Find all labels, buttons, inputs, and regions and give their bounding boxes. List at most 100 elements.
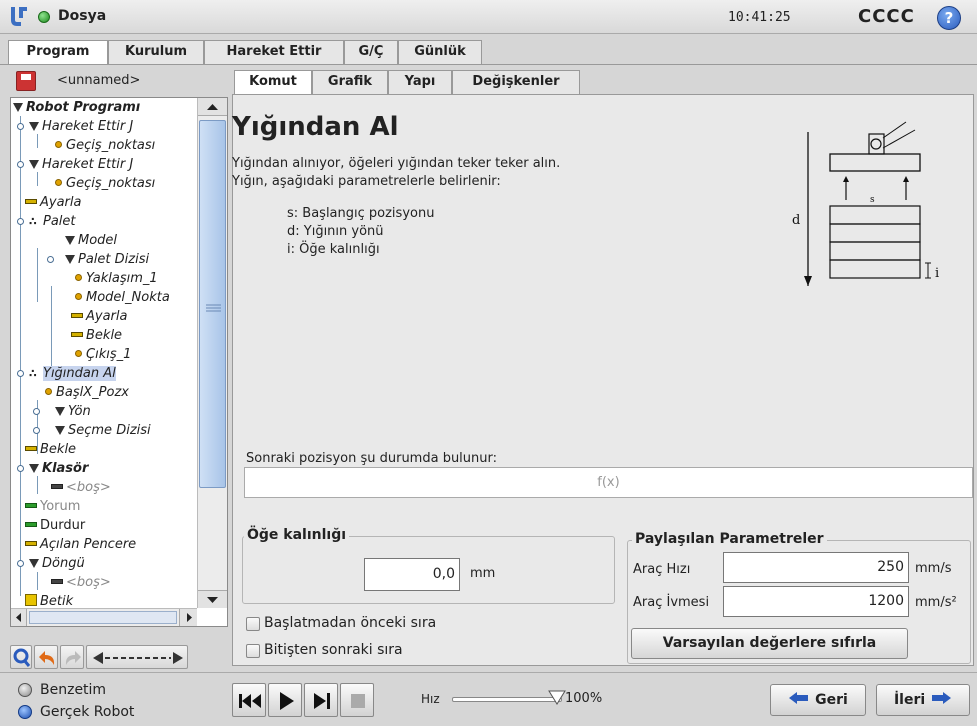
set-icon xyxy=(25,199,37,204)
tool-speed-label: Araç Hızı xyxy=(633,562,691,577)
triangle-icon xyxy=(55,407,65,416)
redo-icon[interactable] xyxy=(60,645,84,669)
scroll-up-icon[interactable] xyxy=(198,98,227,116)
speed-slider[interactable] xyxy=(452,697,562,702)
tree-node[interactable]: Yön xyxy=(55,402,91,421)
tab-command[interactable]: Komut xyxy=(234,70,312,95)
help-icon[interactable]: ? xyxy=(937,6,961,30)
program-tree: Robot Programı Hareket Ettir J Geçiş_nok… xyxy=(11,98,197,626)
speed-slider-knob[interactable] xyxy=(548,690,566,706)
triangle-icon xyxy=(55,426,65,435)
tree-node[interactable]: Hareket Ettir J xyxy=(29,117,133,136)
search-icon[interactable] xyxy=(10,645,32,669)
tree-node[interactable]: Bekle xyxy=(71,326,122,345)
tab-divider xyxy=(0,64,977,65)
before-start-label: Başlatmadan önceki sıra xyxy=(264,615,437,631)
tool-acceleration-input[interactable]: 1200 xyxy=(723,586,909,617)
rewind-button[interactable] xyxy=(232,683,266,717)
wait-icon xyxy=(25,446,37,451)
title-bar xyxy=(0,0,977,34)
save-icon[interactable] xyxy=(16,71,36,91)
tree-node[interactable]: Model_Nokta xyxy=(75,288,170,307)
next-position-expression[interactable]: f(x) xyxy=(244,467,973,498)
tree-node[interactable]: Seçme Dizisi xyxy=(55,421,151,440)
tree-node[interactable]: Açılan Pencere xyxy=(25,535,136,554)
scroll-left-icon[interactable] xyxy=(11,609,27,626)
scroll-right-icon[interactable] xyxy=(179,609,197,626)
tab-log[interactable]: Günlük xyxy=(398,40,482,64)
tool-speed-input[interactable]: 250 xyxy=(723,552,909,583)
tree-node[interactable]: Durdur xyxy=(25,516,85,535)
description-line: Yığın, aşağıdaki parametrelerle belirlen… xyxy=(232,174,501,189)
tab-installation[interactable]: Kurulum xyxy=(108,40,204,64)
speed-value: 100% xyxy=(565,691,603,706)
tool-acceleration-unit: mm/s² xyxy=(915,595,957,610)
tree-node[interactable]: Ayarla xyxy=(71,307,127,326)
tab-structure[interactable]: Yapı xyxy=(388,70,452,94)
tree-node[interactable]: Bekle xyxy=(25,440,76,459)
back-button[interactable]: Geri xyxy=(770,684,866,716)
tab-move[interactable]: Hareket Ettir xyxy=(204,40,344,64)
program-status-icon xyxy=(38,11,50,23)
tree-node[interactable]: Yorum xyxy=(25,497,80,516)
tree-node[interactable]: Geçiş_noktası xyxy=(55,174,155,193)
triangle-icon xyxy=(29,559,39,568)
tab-graphics[interactable]: Grafik xyxy=(312,70,388,94)
clock: 10:41:25 xyxy=(728,10,791,25)
tab-io[interactable]: G/Ç xyxy=(344,40,398,64)
tree-node[interactable]: <boş> xyxy=(51,478,111,497)
triangle-icon xyxy=(29,464,39,473)
real-robot-label: Gerçek Robot xyxy=(40,704,135,720)
robot-name: CCCC xyxy=(858,6,915,27)
before-start-checkbox[interactable] xyxy=(246,617,260,631)
stack-diagram: d s i xyxy=(792,121,939,286)
triangle-icon xyxy=(29,160,39,169)
pallet-icon: ∴ xyxy=(29,215,37,228)
real-robot-radio[interactable] xyxy=(18,705,32,719)
pallet-icon: ∴ xyxy=(29,367,37,380)
empty-icon xyxy=(51,484,63,489)
tree-node[interactable]: ∴ Palet xyxy=(29,212,76,231)
scroll-thumb[interactable] xyxy=(29,611,177,624)
arrow-right-icon xyxy=(932,692,952,704)
program-tree-panel: Robot Programı Hareket Ettir J Geçiş_nok… xyxy=(10,97,228,627)
tree-vertical-scrollbar[interactable] xyxy=(197,98,227,608)
description-line: Yığından alınıyor, öğeleri yığından teke… xyxy=(232,156,561,171)
next-button[interactable]: İleri xyxy=(876,684,970,716)
scroll-down-icon[interactable] xyxy=(198,590,227,608)
tab-program[interactable]: Program xyxy=(8,40,108,65)
stop-button[interactable] xyxy=(340,683,374,717)
waypoint-icon xyxy=(45,388,52,395)
after-end-checkbox[interactable] xyxy=(246,644,260,658)
tree-node[interactable]: Çıkış_1 xyxy=(75,345,131,364)
tree-node[interactable]: Robot Programı xyxy=(13,98,140,117)
scroll-thumb[interactable] xyxy=(199,120,226,488)
tree-node[interactable]: <boş> xyxy=(51,573,111,592)
tree-node[interactable]: Hareket Ettir J xyxy=(29,155,133,174)
thickness-input[interactable]: 0,0 xyxy=(364,558,460,591)
tree-node[interactable]: Model xyxy=(65,231,117,250)
page-title: Yığından Al xyxy=(232,112,399,142)
tool-acceleration-label: Araç İvmesi xyxy=(633,595,710,610)
reset-defaults-button[interactable]: Varsayılan değerlere sıfırla xyxy=(631,628,908,659)
tree-node[interactable]: Klasör xyxy=(29,459,88,478)
tree-node[interactable]: Döngü xyxy=(29,554,85,573)
play-button[interactable] xyxy=(268,683,302,717)
tree-toolbar xyxy=(10,645,230,669)
tree-node-selected[interactable]: ∴ Yığından Al xyxy=(29,364,116,383)
tree-node[interactable]: Geçiş_noktası xyxy=(55,136,155,155)
tab-variables[interactable]: Değişkenler xyxy=(452,70,580,94)
after-end-label: Bitişten sonraki sıra xyxy=(264,642,403,658)
tree-node[interactable]: BaşlX_Pozx xyxy=(45,383,129,402)
diagram-d-label: d xyxy=(792,213,800,228)
move-node-icon[interactable] xyxy=(86,645,188,669)
tree-horizontal-scrollbar[interactable] xyxy=(11,608,197,626)
step-button[interactable] xyxy=(304,683,338,717)
tree-node[interactable]: Ayarla xyxy=(25,193,81,212)
tree-node[interactable]: Yaklaşım_1 xyxy=(75,269,158,288)
simulation-radio[interactable] xyxy=(18,683,32,697)
file-menu[interactable]: Dosya xyxy=(58,8,106,24)
tree-node[interactable]: Palet Dizisi xyxy=(65,250,149,269)
ur-logo-icon xyxy=(11,7,27,26)
undo-icon[interactable] xyxy=(34,645,58,669)
